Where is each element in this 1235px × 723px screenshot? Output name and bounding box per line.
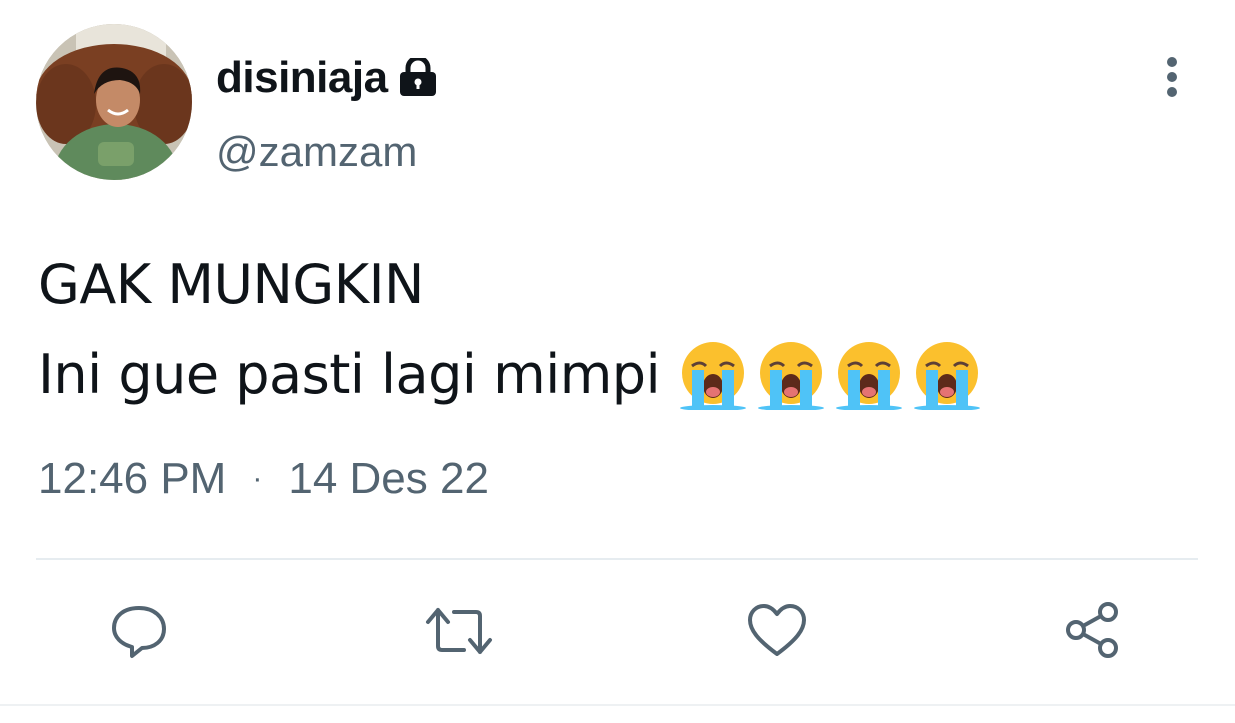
loudly-crying-face-icon (836, 342, 903, 410)
meta-separator: · (252, 462, 263, 495)
more-options-icon[interactable] (1150, 52, 1194, 102)
reply-button[interactable] (108, 600, 170, 662)
tweet-date[interactable]: 14 Des 22 (288, 452, 489, 506)
reply-icon (112, 606, 166, 658)
divider (36, 558, 1198, 560)
bottom-divider (0, 704, 1235, 706)
tweet-line-1: GAK MUNGKIN (38, 253, 424, 316)
heart-icon (748, 604, 806, 656)
avatar-image (36, 24, 192, 180)
retweet-button[interactable] (424, 600, 492, 662)
share-button[interactable] (1062, 600, 1124, 662)
user-handle[interactable]: @zamzam (216, 126, 417, 178)
tweet-text: GAK MUNGKIN Ini gue pasti lagi mimpi (38, 240, 982, 420)
loudly-crying-face-icon (758, 342, 825, 410)
like-button[interactable] (746, 600, 808, 662)
tweet-time[interactable]: 12:46 PM (38, 452, 226, 506)
tweet-meta: 12:46 PM · 14 Des 22 (38, 452, 489, 506)
tweet-line-2-row: Ini gue pasti lagi mimpi (38, 330, 982, 420)
loudly-crying-face-icon (914, 342, 981, 410)
tweet-line-2: Ini gue pasti lagi mimpi (38, 343, 661, 406)
share-icon (1066, 602, 1118, 658)
retweet-icon (426, 608, 492, 654)
lock-icon (398, 55, 438, 98)
loudly-crying-face-icon (680, 342, 747, 410)
display-name[interactable]: disiniaja (216, 50, 388, 106)
avatar[interactable] (36, 24, 192, 180)
tweet-card: disiniaja @zamzam GAK MUNGKIN Ini gue pa… (0, 0, 1235, 723)
emoji-group (678, 340, 982, 410)
user-name-row: disiniaja (216, 50, 438, 106)
